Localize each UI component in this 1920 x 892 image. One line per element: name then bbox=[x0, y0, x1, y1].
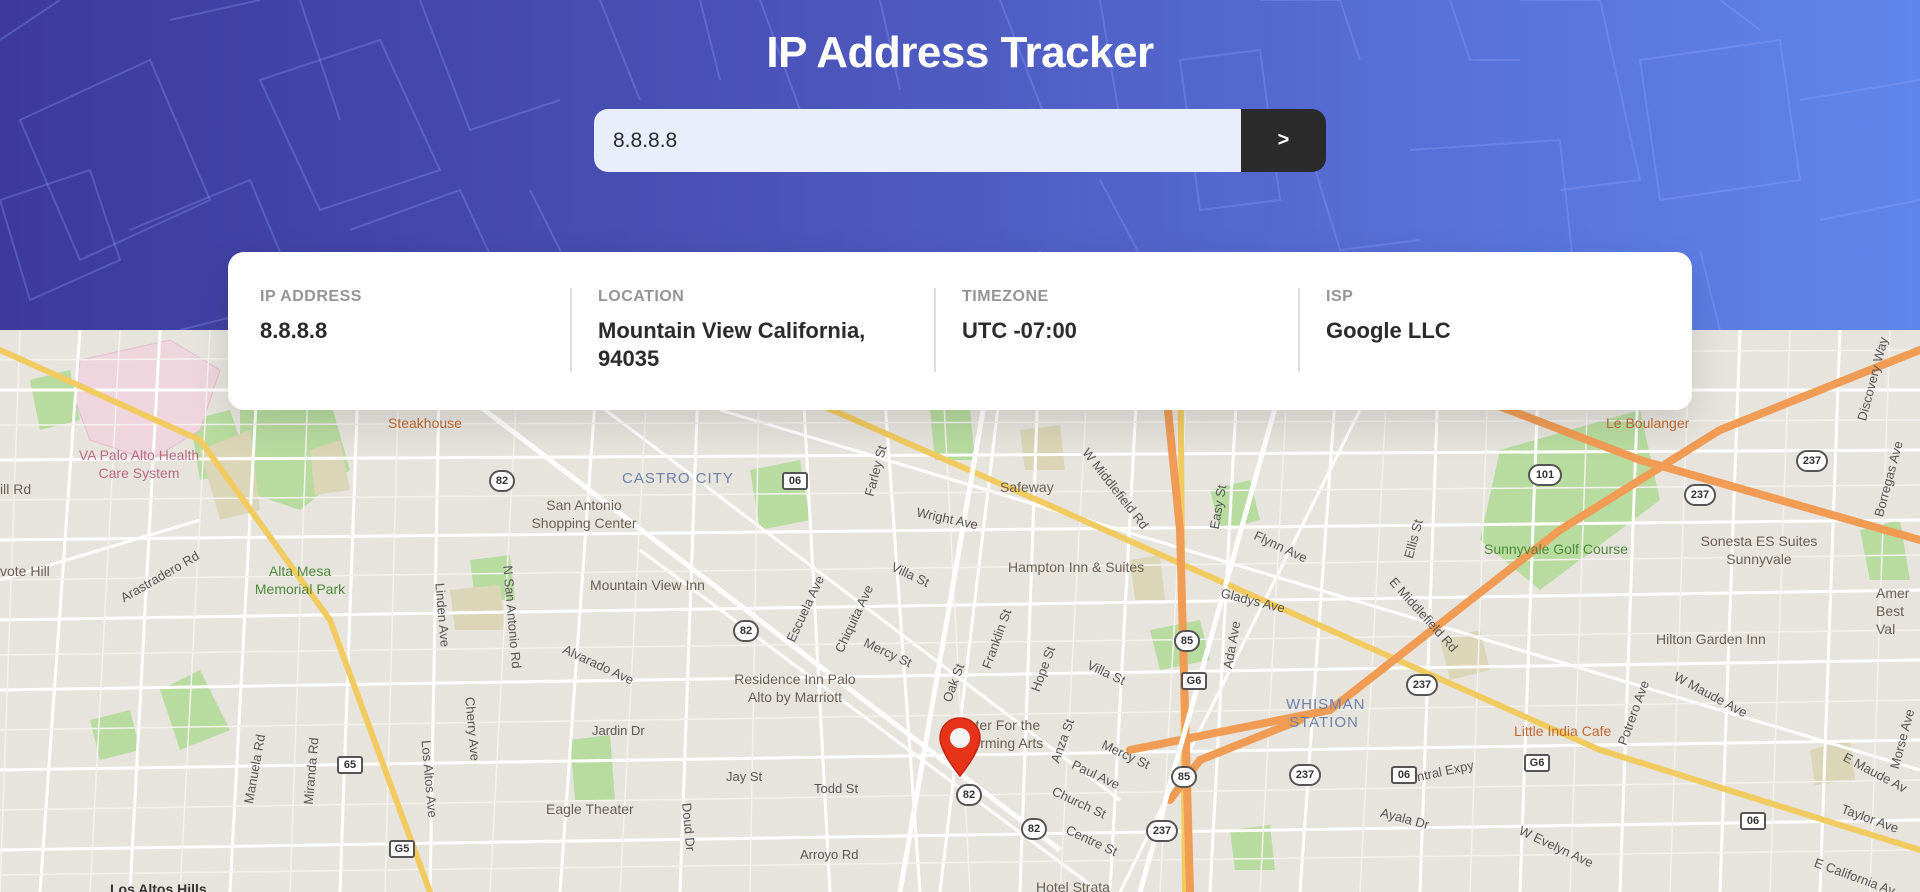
highway-shield: 06 bbox=[1740, 812, 1766, 830]
road-label: Jardin Dr bbox=[592, 723, 645, 738]
map-label: Hotel Strata bbox=[1036, 879, 1110, 892]
highway-shield: G5 bbox=[389, 840, 415, 858]
page-title: IP Address Tracker bbox=[766, 28, 1154, 77]
highway-shield: G6 bbox=[1524, 754, 1550, 772]
map-label: Mountain View Inn bbox=[590, 577, 705, 593]
map-label: WHISMAN STATION bbox=[1286, 696, 1366, 731]
road-label: Jay St bbox=[726, 769, 763, 784]
ip-address-value: 8.8.8.8 bbox=[260, 318, 328, 343]
timezone-section: TIMEZONE UTC -07:00 bbox=[936, 252, 1298, 410]
map-label: Sunnyvale Golf Course bbox=[1484, 541, 1628, 557]
ip-search-input[interactable] bbox=[594, 109, 1241, 172]
map-label: Los Altos Hills bbox=[110, 881, 207, 892]
highway-shield: 237 bbox=[1146, 820, 1178, 842]
map-label: Sonesta ES Suites Sunnyvale bbox=[1700, 533, 1818, 567]
map-label: vote Hill bbox=[0, 563, 50, 579]
map-label: CASTRO CITY bbox=[622, 470, 734, 487]
highway-shield: 101 bbox=[1528, 464, 1562, 486]
map-label: Steakhouse bbox=[388, 415, 462, 431]
highway-shield: 65 bbox=[337, 756, 363, 774]
isp-section: ISP Google LLC bbox=[1300, 252, 1660, 410]
highway-shield: G6 bbox=[1181, 672, 1207, 690]
ip-search-form: > bbox=[594, 109, 1326, 172]
map-label: Le Boulanger bbox=[1606, 415, 1690, 431]
map-label: San Antonio Shopping Center bbox=[531, 497, 637, 531]
map-label: VA Palo Alto Health Care System bbox=[78, 447, 200, 481]
map-label: Eagle Theater bbox=[546, 801, 634, 817]
highway-shield: 237 bbox=[1406, 674, 1438, 696]
timezone-label: TIMEZONE bbox=[962, 288, 1049, 305]
highway-shield: 237 bbox=[1796, 450, 1828, 472]
highway-shield: 82 bbox=[733, 620, 759, 642]
highway-shield: 06 bbox=[1391, 766, 1417, 784]
road-label: Todd St bbox=[814, 781, 859, 796]
highway-shield: 82 bbox=[956, 784, 982, 806]
search-submit-button[interactable]: > bbox=[1241, 109, 1326, 172]
highway-shield: 237 bbox=[1684, 484, 1716, 506]
highway-shield: 85 bbox=[1174, 630, 1200, 652]
ip-address-section: IP ADDRESS 8.8.8.8 bbox=[260, 252, 570, 410]
map-label: Amer Best Val bbox=[1876, 585, 1910, 637]
timezone-value: UTC -07:00 bbox=[962, 318, 1077, 343]
highway-shield: 85 bbox=[1171, 766, 1197, 788]
map-label: Hampton Inn & Suites bbox=[1008, 559, 1145, 575]
map-label: ill Rd bbox=[0, 481, 32, 497]
ip-address-label: IP ADDRESS bbox=[260, 288, 362, 305]
location-label: LOCATION bbox=[598, 288, 685, 305]
chevron-right-icon: > bbox=[1277, 129, 1290, 151]
map-label: Alta Mesa Memorial Park bbox=[254, 563, 346, 597]
location-marker-icon[interactable] bbox=[938, 716, 982, 778]
highway-shield: 06 bbox=[782, 472, 808, 490]
isp-value: Google LLC bbox=[1326, 318, 1451, 343]
road-label: Arroyo Rd bbox=[800, 847, 859, 862]
map[interactable]: VA Palo Alto Health Care System Steakhou… bbox=[0, 330, 1920, 892]
location-section: LOCATION Mountain View California, 94035 bbox=[572, 252, 934, 410]
highway-shield: 82 bbox=[489, 470, 515, 492]
ip-info-card: IP ADDRESS 8.8.8.8 LOCATION Mountain Vie… bbox=[228, 252, 1692, 410]
highway-shield: 82 bbox=[1021, 818, 1047, 840]
isp-label: ISP bbox=[1326, 288, 1354, 305]
location-value: Mountain View California, 94035 bbox=[598, 318, 866, 371]
map-label: Residence Inn Palo Alto by Marriott bbox=[734, 671, 856, 705]
map-label: Safeway bbox=[1000, 479, 1054, 495]
highway-shield: 237 bbox=[1289, 764, 1321, 786]
map-label: Hilton Garden Inn bbox=[1656, 631, 1766, 647]
map-label: Little India Cafe bbox=[1514, 723, 1612, 739]
